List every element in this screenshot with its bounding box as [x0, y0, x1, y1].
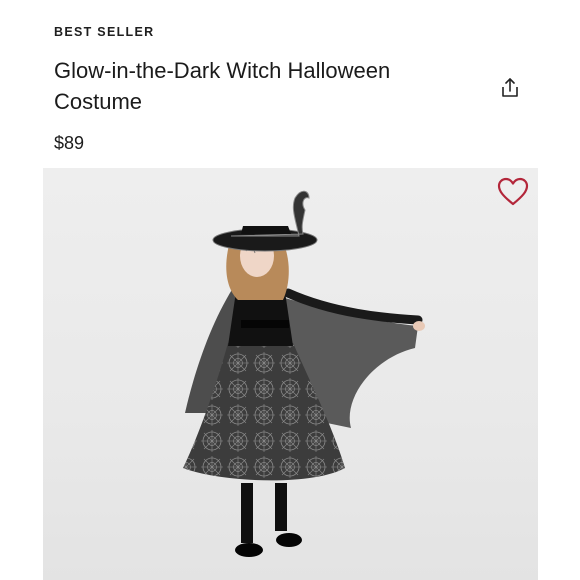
- share-button[interactable]: [498, 76, 522, 100]
- product-price: $89: [54, 133, 85, 153]
- share-icon: [502, 78, 518, 97]
- witch-costume-illustration: [183, 190, 425, 557]
- favorite-button[interactable]: [496, 176, 530, 208]
- product-image: [43, 168, 538, 580]
- product-header: BEST SELLER Glow-in-the-Dark Witch Hallo…: [54, 0, 538, 168]
- best-seller-badge: BEST SELLER: [54, 25, 155, 39]
- heart-outline-icon: [497, 177, 529, 206]
- product-title: Glow-in-the-Dark Witch Halloween Costume: [54, 58, 391, 114]
- page-margin-left: [0, 0, 43, 580]
- page-margin-right: [538, 0, 580, 580]
